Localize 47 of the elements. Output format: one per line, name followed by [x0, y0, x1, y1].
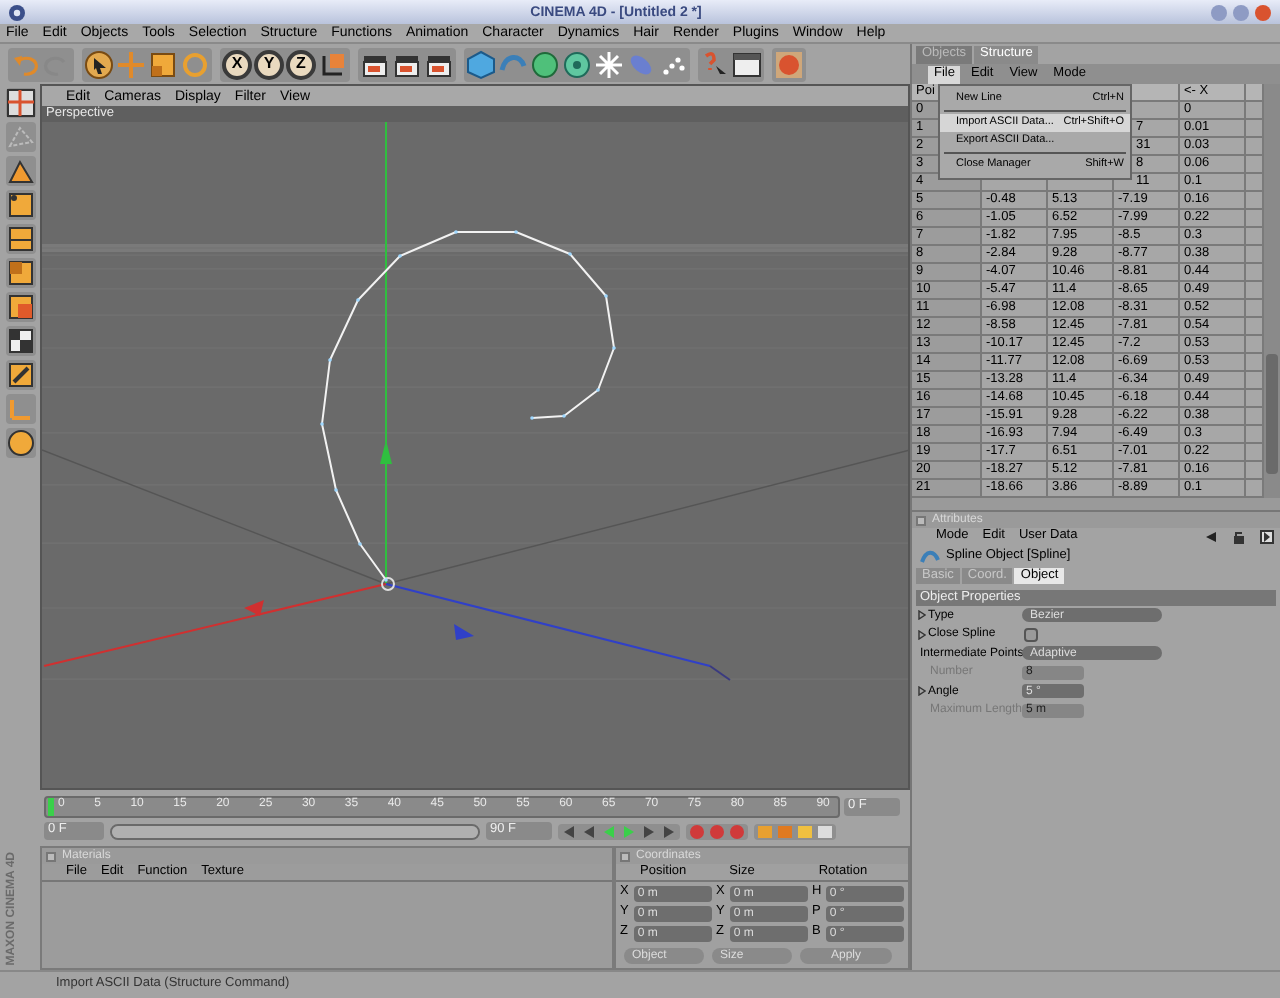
- autokey-icon[interactable]: [708, 823, 726, 839]
- panel-toggle-icon[interactable]: [916, 515, 926, 525]
- app-logo-icon[interactable]: [8, 3, 26, 21]
- bullet-icon: [918, 629, 926, 640]
- step-forward-icon[interactable]: [640, 823, 658, 839]
- maximize-icon[interactable]: [1232, 3, 1250, 21]
- panel-toggle-icon[interactable]: [620, 851, 630, 861]
- object-mode-icon[interactable]: [5, 292, 35, 322]
- bullet-icon: [918, 610, 926, 621]
- nurbs-icon[interactable]: [530, 49, 560, 79]
- lock-icon[interactable]: [1232, 530, 1246, 544]
- axis-lock-button[interactable]: Z: [286, 49, 316, 79]
- time-marker[interactable]: [48, 798, 54, 816]
- spline-object-icon[interactable]: [920, 549, 940, 565]
- close-icon[interactable]: [1254, 3, 1272, 21]
- render-settings-icon[interactable]: [732, 49, 762, 79]
- polygon-icon[interactable]: [5, 156, 35, 186]
- new-window-icon[interactable]: [1260, 530, 1274, 544]
- help-pointer-icon[interactable]: [700, 49, 730, 79]
- tweak-mode-icon[interactable]: [5, 360, 35, 390]
- axis-lock-button[interactable]: Y: [254, 49, 284, 79]
- record-icon[interactable]: [688, 823, 706, 839]
- polygon-mode-icon[interactable]: [5, 258, 35, 288]
- cube-icon[interactable]: [466, 49, 496, 79]
- minimize-icon[interactable]: [1210, 3, 1228, 21]
- pointer-icon[interactable]: [84, 49, 114, 79]
- key-parameter-icon[interactable]: [816, 823, 834, 839]
- grid-icon[interactable]: [5, 88, 35, 118]
- bullet-icon: [918, 686, 926, 697]
- array-icon[interactable]: [562, 49, 592, 79]
- back-arrow-icon[interactable]: [1204, 530, 1218, 544]
- coordinate-system-icon[interactable]: [318, 49, 348, 79]
- scale-icon[interactable]: [148, 49, 178, 79]
- key-rotation-icon[interactable]: [796, 823, 814, 839]
- axis-lock-button[interactable]: X: [222, 49, 252, 79]
- step-back-icon[interactable]: [580, 823, 598, 839]
- texture-mode-icon[interactable]: [5, 326, 35, 356]
- scrollbar-thumb[interactable]: [1266, 354, 1278, 474]
- checkbox[interactable]: [1024, 627, 1038, 642]
- snowflake-icon[interactable]: [594, 49, 624, 79]
- magnet-icon[interactable]: [5, 428, 35, 458]
- go-to-end-icon[interactable]: [660, 823, 678, 839]
- panel-toggle-icon[interactable]: [46, 851, 56, 861]
- edge-mode-icon[interactable]: [5, 224, 35, 254]
- keyframe-icon[interactable]: [728, 823, 746, 839]
- go-to-start-icon[interactable]: [560, 823, 578, 839]
- point-mode-icon[interactable]: [5, 190, 35, 220]
